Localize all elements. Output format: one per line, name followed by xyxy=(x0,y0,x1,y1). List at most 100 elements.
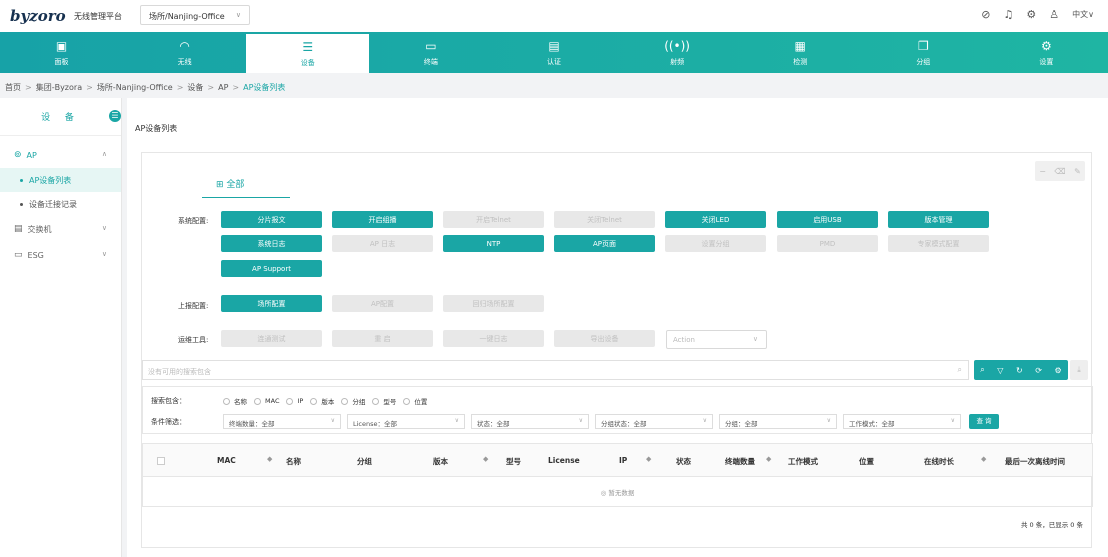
column-location[interactable]: 位置 xyxy=(859,456,874,467)
expert-mode-button[interactable]: 专家模式配置 xyxy=(888,235,989,252)
bell-icon[interactable]: ♫ xyxy=(1004,8,1014,21)
nav-group[interactable]: ❐ 分组 xyxy=(862,32,985,73)
sort-icon[interactable]: ◆ xyxy=(646,455,651,463)
enable-usb-button[interactable]: 启用USB xyxy=(777,211,878,228)
nav-dashboard[interactable]: ▣ 面板 xyxy=(0,32,123,73)
ap-page-button[interactable]: AP页面 xyxy=(554,235,655,252)
search-input[interactable]: 没有可用的搜索包含 ⌕ xyxy=(142,360,969,380)
terminal-count-select[interactable]: 终端数量：全部 ∨ xyxy=(223,414,341,429)
tab-all[interactable]: ⊞ 全部 xyxy=(216,177,244,196)
system-log-button[interactable]: 系统日志 xyxy=(221,235,322,252)
sort-icon[interactable]: ◆ xyxy=(267,455,272,463)
tab-underline xyxy=(202,197,290,198)
minus-icon[interactable]: − xyxy=(1039,167,1046,176)
search-icon[interactable]: ⌕ xyxy=(958,365,962,375)
breadcrumb-group[interactable]: 集团-Byzora xyxy=(36,83,82,92)
radio-mac[interactable]: MAC xyxy=(254,396,279,406)
enable-multicast-button[interactable]: 开启组播 xyxy=(332,211,433,228)
column-group[interactable]: 分组 xyxy=(357,456,372,467)
column-last-offline[interactable]: 最后一次离线时间 xyxy=(1005,456,1065,467)
disable-telnet-button[interactable]: 关闭Telnet xyxy=(554,211,655,228)
nav-wireless[interactable]: ◠ 无线 xyxy=(123,32,246,73)
radio-ip[interactable]: IP xyxy=(286,396,303,406)
export-device-button[interactable]: 导出设备 xyxy=(554,330,655,347)
sort-icon[interactable]: ◆ xyxy=(483,455,488,463)
group-status-select[interactable]: 分组状态：全部 ∨ xyxy=(595,414,713,429)
top-bar: byzoro 无线管理平台 场所/Nanjing-Office ∨ ⊘ ♫ ⚙ … xyxy=(0,0,1108,32)
column-name[interactable]: 名称 xyxy=(286,456,301,467)
column-model[interactable]: 型号 xyxy=(506,456,521,467)
enable-telnet-button[interactable]: 开启Telnet xyxy=(443,211,544,228)
column-status[interactable]: 状态 xyxy=(676,456,691,467)
gear-icon[interactable]: ⚙ xyxy=(1026,8,1036,21)
sort-icon[interactable]: ◆ xyxy=(981,455,986,463)
nav-detect[interactable]: ▦ 检测 xyxy=(739,32,862,73)
sidebar-collapse-icon[interactable]: ☰ xyxy=(109,110,121,122)
search-icon[interactable]: ⌕ xyxy=(980,365,984,375)
fragment-packet-button[interactable]: 分片报文 xyxy=(221,211,322,228)
column-online-duration[interactable]: 在线时长 xyxy=(924,456,954,467)
license-select[interactable]: License：全部 ∨ xyxy=(347,414,465,429)
column-license[interactable]: License xyxy=(548,456,580,465)
radio-name[interactable]: 名称 xyxy=(223,396,247,406)
breadcrumb-home[interactable]: 首页 xyxy=(5,83,21,92)
reboot-button[interactable]: 重 启 xyxy=(332,330,433,347)
sidebar-item-ap-list[interactable]: AP设备列表 xyxy=(0,168,121,192)
radio-group[interactable]: 分组 xyxy=(341,396,365,406)
download-icon[interactable]: ⤓ xyxy=(1070,360,1088,380)
nav-rf[interactable]: ((•)) 射频 xyxy=(616,32,739,73)
sidebar-group-ap[interactable]: ⊚ AP ∧ xyxy=(0,142,121,168)
breadcrumb-site[interactable]: 场所-Nanjing-Office xyxy=(97,83,173,92)
column-mac[interactable]: MAC xyxy=(217,456,236,465)
nav-auth[interactable]: ▤ 认证 xyxy=(492,32,615,73)
nav-device[interactable]: ☰ 设备 xyxy=(246,32,370,73)
action-select[interactable]: Action ∨ xyxy=(666,330,767,349)
ap-support-button[interactable]: AP Support xyxy=(221,260,322,277)
set-group-button[interactable]: 设置分组 xyxy=(665,235,766,252)
settings-icon[interactable]: ⚙ xyxy=(1055,366,1062,375)
language-select[interactable]: 中文∨ xyxy=(1072,9,1094,20)
select-value: 终端数量：全部 xyxy=(229,420,275,428)
query-button[interactable]: 查 询 xyxy=(969,414,999,429)
sidebar-item-migration-log[interactable]: 设备迁接记录 xyxy=(0,192,121,216)
sidebar-group-esg[interactable]: ▭ ESG ∨ xyxy=(0,242,121,268)
chevron-down-icon: ∨ xyxy=(330,417,335,424)
one-key-log-button[interactable]: 一键日志 xyxy=(443,330,544,347)
column-ip[interactable]: IP xyxy=(619,456,627,465)
refresh-icon[interactable]: ↻ xyxy=(1016,366,1023,375)
sync-icon[interactable]: ⟳ xyxy=(1035,366,1042,375)
nav-settings[interactable]: ⚙ 设置 xyxy=(985,32,1108,73)
sidebar-group-switch[interactable]: ▤ 交换机 ∨ xyxy=(0,216,121,242)
trash-icon[interactable]: ⌫ xyxy=(1054,167,1065,176)
pmd-button[interactable]: PMD xyxy=(777,235,878,252)
restore-site-config-button[interactable]: 回归场所配置 xyxy=(443,295,544,312)
sort-icon[interactable]: ◆ xyxy=(766,455,771,463)
user-icon[interactable]: ♙ xyxy=(1049,8,1059,21)
radio-version[interactable]: 版本 xyxy=(310,396,334,406)
ap-config-button[interactable]: AP配置 xyxy=(332,295,433,312)
site-config-button[interactable]: 场所配置 xyxy=(221,295,322,312)
column-version[interactable]: 版本 xyxy=(433,456,448,467)
radio-model[interactable]: 型号 xyxy=(372,396,396,406)
ntp-button[interactable]: NTP xyxy=(443,235,544,252)
brand-logo[interactable]: byzoro xyxy=(10,7,66,25)
radio-location[interactable]: 位置 xyxy=(403,396,427,406)
chevron-down-icon: ∨ xyxy=(454,417,459,424)
connectivity-test-button[interactable]: 连通测试 xyxy=(221,330,322,347)
breadcrumb-ap[interactable]: AP xyxy=(218,83,228,92)
compass-icon[interactable]: ⊘ xyxy=(981,8,990,21)
group-select[interactable]: 分组：全部 ∨ xyxy=(719,414,837,429)
site-select[interactable]: 场所/Nanjing-Office ∨ xyxy=(140,5,250,25)
select-all-checkbox[interactable] xyxy=(157,457,165,465)
filter-icon[interactable]: ▽ xyxy=(997,366,1003,375)
version-manage-button[interactable]: 版本管理 xyxy=(888,211,989,228)
ap-log-button[interactable]: AP 日志 xyxy=(332,235,433,252)
status-select[interactable]: 状态：全部 ∨ xyxy=(471,414,589,429)
breadcrumb-device[interactable]: 设备 xyxy=(187,83,203,92)
work-mode-select[interactable]: 工作模式：全部 ∨ xyxy=(843,414,961,429)
nav-terminal[interactable]: ▭ 终端 xyxy=(369,32,492,73)
column-work-mode[interactable]: 工作模式 xyxy=(788,456,818,467)
edit-icon[interactable]: ✎ xyxy=(1074,167,1081,176)
column-terminal-count[interactable]: 终端数量 xyxy=(725,456,755,467)
disable-led-button[interactable]: 关闭LED xyxy=(665,211,766,228)
